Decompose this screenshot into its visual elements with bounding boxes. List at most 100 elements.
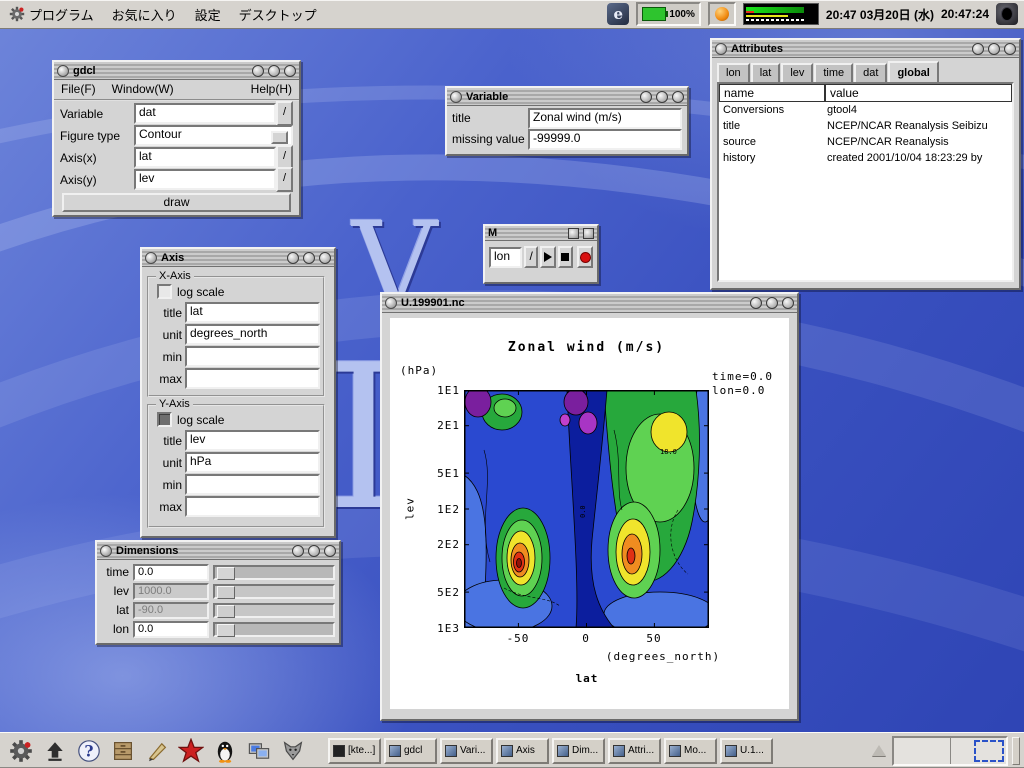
menu-desktop[interactable]: デスクトップ (230, 0, 326, 28)
x-max-field[interactable] (185, 368, 320, 389)
tab-lev[interactable]: lev (781, 63, 813, 82)
battery-indicator[interactable]: 100% (636, 2, 701, 26)
minimize-button[interactable] (292, 545, 304, 557)
window-menu-icon[interactable] (100, 545, 112, 557)
minimize-button[interactable] (750, 297, 762, 309)
task-button-monitor[interactable]: Mo... (664, 738, 717, 764)
menu-help[interactable]: Help(H) (251, 82, 292, 96)
axis-titlebar[interactable]: Axis (142, 249, 334, 267)
close-button[interactable] (324, 545, 336, 557)
x-title-field[interactable]: lat (185, 302, 320, 323)
missing-value-field[interactable]: -99999.0 (528, 129, 682, 150)
slider-handle[interactable] (217, 567, 235, 580)
penguin-app-button[interactable] (210, 736, 240, 766)
play-button[interactable] (540, 246, 556, 268)
variable-field[interactable]: dat (134, 103, 276, 124)
dropdown-handle-icon[interactable] (271, 131, 288, 144)
plot-titlebar[interactable]: U.199901.nc (382, 294, 797, 313)
minimize-button[interactable] (972, 43, 984, 55)
file-cabinet-button[interactable] (108, 736, 138, 766)
stop-button[interactable] (558, 246, 574, 268)
y-log-scale-checkbox[interactable] (157, 412, 172, 427)
pick-button[interactable]: / (524, 246, 538, 268)
bug-icon[interactable] (996, 3, 1018, 25)
axis-y-pick-button[interactable]: / (276, 167, 293, 192)
task-button-variable[interactable]: Vari... (440, 738, 493, 764)
date-clock[interactable]: 20:47 03月20日 (水) (826, 6, 934, 23)
menu-settings[interactable]: 設定 (186, 0, 230, 28)
gdcl-titlebar[interactable]: gdcl (54, 62, 299, 80)
lon-value-field[interactable]: 0.0 (133, 621, 209, 638)
close-button[interactable] (319, 252, 331, 264)
k-menu-button[interactable] (6, 736, 36, 766)
close-button[interactable] (1004, 43, 1016, 55)
time-value-field[interactable]: 0.0 (133, 564, 209, 581)
monitor-titlebar[interactable]: M (485, 226, 597, 241)
minimize-button[interactable] (640, 91, 652, 103)
star-app-button[interactable] (176, 736, 206, 766)
figure-type-dropdown[interactable]: Contour (134, 125, 293, 146)
window-menu-icon[interactable] (385, 297, 397, 309)
task-button-dimensions[interactable]: Dim... (552, 738, 605, 764)
menu-file[interactable]: File(F) (61, 82, 96, 96)
lon-slider[interactable] (213, 622, 335, 637)
close-button[interactable] (284, 65, 296, 77)
maximize-button[interactable] (568, 228, 579, 239)
table-row[interactable]: history created 2001/10/04 18:23:29 by (719, 150, 1012, 166)
close-button[interactable] (583, 228, 594, 239)
menu-favorites[interactable]: お気に入り (103, 0, 186, 28)
load-meter[interactable] (743, 3, 819, 25)
task-button-kterm[interactable]: [kte...] (328, 738, 381, 764)
task-button-plot[interactable]: U.1... (720, 738, 773, 764)
maximize-button[interactable] (303, 252, 315, 264)
tab-lat[interactable]: lat (751, 63, 781, 82)
display-settings-button[interactable] (244, 736, 274, 766)
draw-button[interactable]: draw (62, 193, 291, 212)
dimensions-titlebar[interactable]: Dimensions (97, 542, 339, 560)
maximize-button[interactable] (308, 545, 320, 557)
mail-compose-button[interactable] (142, 736, 172, 766)
panel-hide-icon[interactable] (872, 745, 886, 756)
maximize-button[interactable] (988, 43, 1000, 55)
pager-desktop-2[interactable] (951, 738, 1007, 764)
y-title-field[interactable]: lev (185, 430, 320, 451)
y-max-field[interactable] (185, 496, 320, 517)
contour-plot[interactable]: 0.0 18.0 (464, 390, 709, 628)
table-row[interactable]: source NCEP/NCAR Reanalysis (719, 134, 1012, 150)
panel-up-button[interactable] (40, 736, 70, 766)
pager-desktop-1[interactable] (894, 738, 951, 764)
title-attr-field[interactable]: Zonal wind (m/s) (528, 108, 682, 129)
x-min-field[interactable] (185, 346, 320, 367)
attributes-titlebar[interactable]: Attributes (712, 40, 1019, 58)
tab-dat[interactable]: dat (854, 63, 887, 82)
task-button-axis[interactable]: Axis (496, 738, 549, 764)
window-menu-icon[interactable] (715, 43, 727, 55)
tab-lon[interactable]: lon (717, 63, 750, 82)
close-button[interactable] (782, 297, 794, 309)
minimize-button[interactable] (287, 252, 299, 264)
variable-pick-button[interactable]: / (276, 101, 293, 126)
axis-y-field[interactable]: lev (134, 169, 276, 190)
menu-programs[interactable]: プログラム (0, 0, 103, 28)
table-row[interactable]: title NCEP/NCAR Reanalysis Seibizu (719, 118, 1012, 134)
x-unit-field[interactable]: degrees_north (185, 324, 320, 345)
variable-titlebar[interactable]: Variable (447, 88, 687, 106)
minimize-button[interactable] (252, 65, 264, 77)
time-clock[interactable]: 20:47:24 (941, 7, 989, 21)
tab-time[interactable]: time (814, 63, 853, 82)
window-menu-icon[interactable] (450, 91, 462, 103)
record-button[interactable] (577, 246, 593, 268)
task-button-gdcl[interactable]: gdcl (384, 738, 437, 764)
panel-handle[interactable] (1012, 737, 1020, 765)
desktop-pager[interactable] (892, 736, 1008, 766)
y-unit-field[interactable]: hPa (185, 452, 320, 473)
maximize-button[interactable] (656, 91, 668, 103)
axis-x-field[interactable]: lat (134, 147, 276, 168)
tab-global[interactable]: global (888, 61, 938, 82)
menu-window[interactable]: Window(W) (112, 82, 174, 96)
table-row[interactable]: Conversions gtool4 (719, 102, 1012, 118)
terminal-icon[interactable]: e (607, 3, 629, 25)
task-button-attributes[interactable]: Attri... (608, 738, 661, 764)
close-button[interactable] (672, 91, 684, 103)
help-button[interactable]: ? (74, 736, 104, 766)
